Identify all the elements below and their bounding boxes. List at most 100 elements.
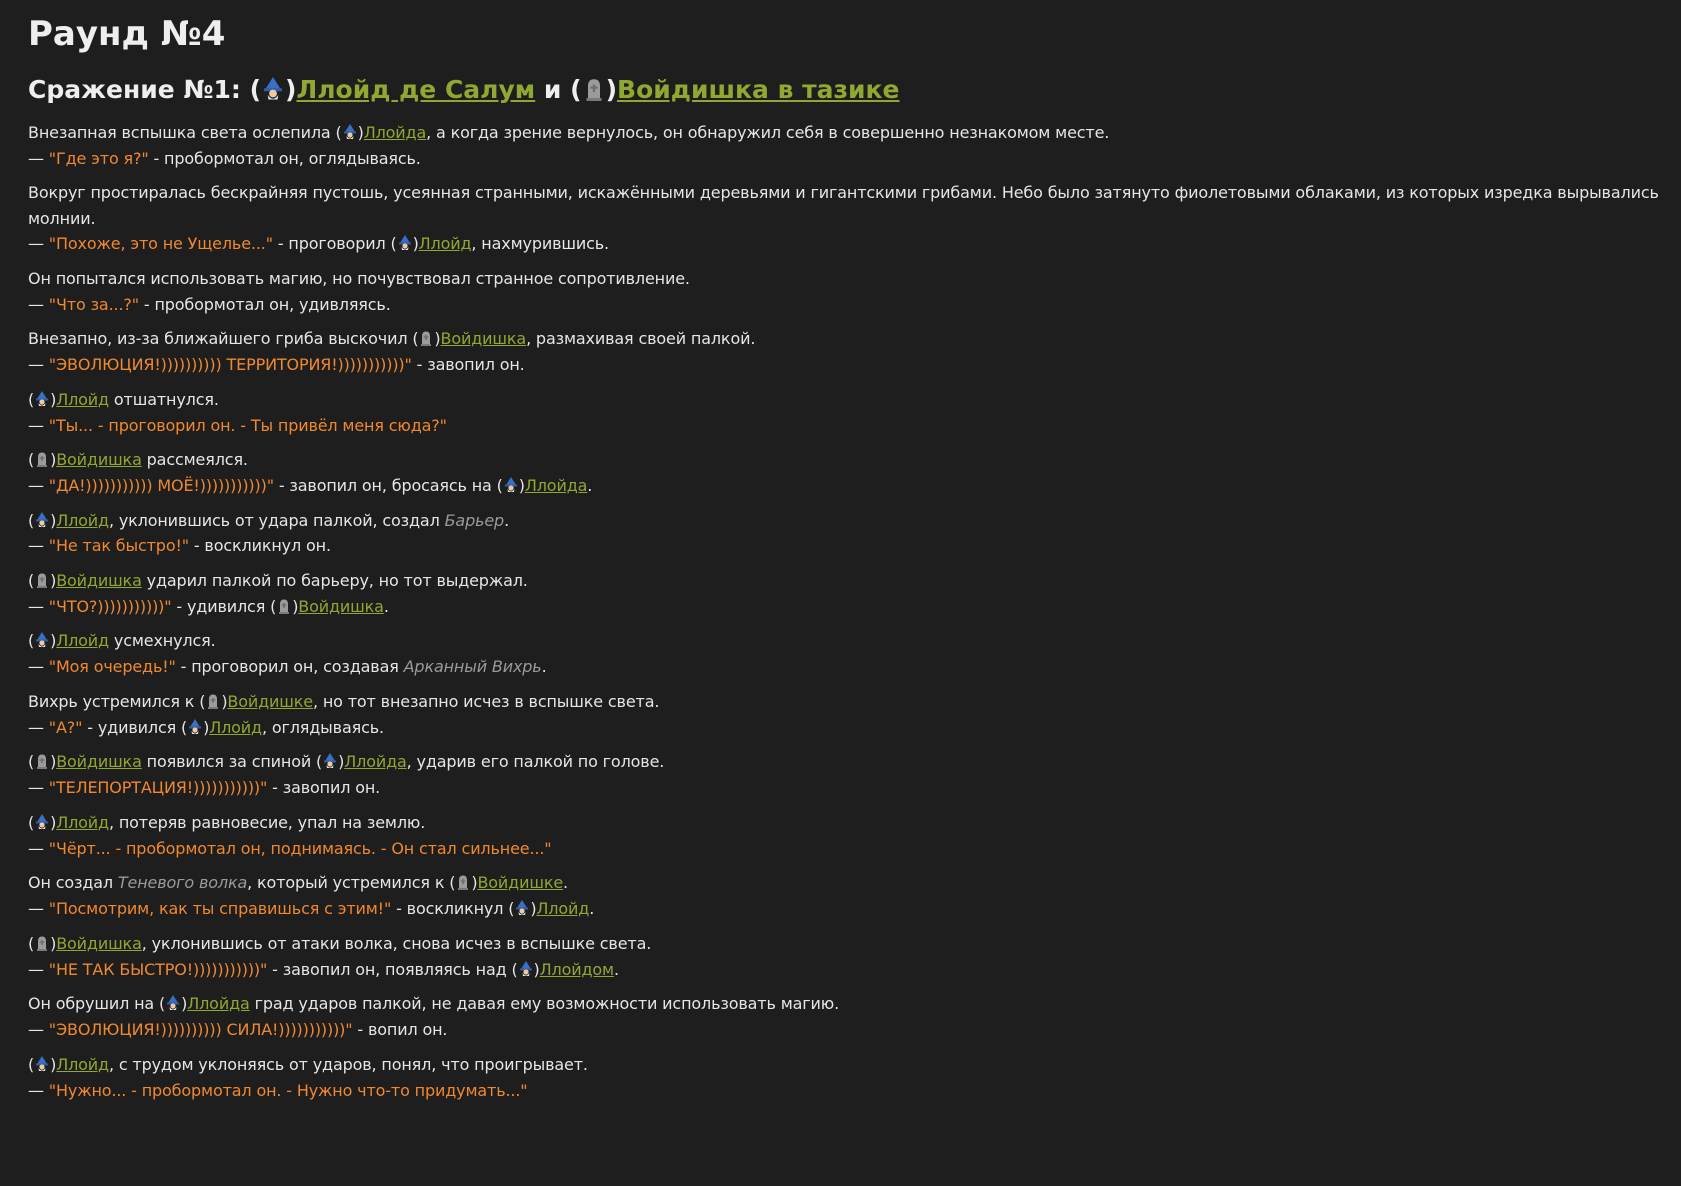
narration-text: Он создал <box>28 873 118 892</box>
speech-quote: "НЕ ТАК БЫСТРО!)))))))))))" <box>48 960 268 979</box>
narration-text: ударил палкой по барьеру, но тот выдержа… <box>141 571 528 590</box>
story-line: — "Похоже, это не Ущелье..." - проговори… <box>28 231 1678 257</box>
character-link[interactable]: Ллойда <box>525 476 588 495</box>
character-link[interactable]: Войдишка <box>298 597 384 616</box>
story-line: ()Ллойд усмехнулся. <box>28 628 1678 654</box>
story-line: Он создал Теневого волка, который устрем… <box>28 870 1678 896</box>
story-line: — "ЭВОЛЮЦИЯ!)))))))))) ТЕРРИТОРИЯ!))))))… <box>28 352 1678 378</box>
speech-quote: "Ты... - проговорил он. - Ты привёл меня… <box>48 416 447 435</box>
wizard-icon <box>35 389 49 406</box>
story-line: ()Ллойд, потеряв равновесие, упал на зем… <box>28 810 1678 836</box>
story-line: — "А?" - удивился ()Ллойд, оглядываясь. <box>28 715 1678 741</box>
story-line: — "ЧТО?)))))))))))" - удивился ()Войдишк… <box>28 594 1678 620</box>
narration-text: Он попытался использовать магию, но почу… <box>28 269 690 288</box>
story-line: — "Не так быстро!" - воскликнул он. <box>28 533 1678 559</box>
speech-quote: "А?" <box>48 718 83 737</box>
speech-quote: "ЧТО?)))))))))))" <box>48 597 172 616</box>
narration-text: . <box>504 511 509 530</box>
wizard-icon <box>166 993 180 1010</box>
spell-name: Арканный Вихрь <box>403 657 542 676</box>
tombstone-icon <box>35 570 49 588</box>
character-link[interactable]: Войдишка <box>56 571 142 590</box>
spell-name: Барьер <box>444 511 505 530</box>
narration-text: Вокруг простиралась бескрайняя пустошь, … <box>28 183 1659 228</box>
fighter1-link[interactable]: Ллойд де Салум <box>296 75 535 104</box>
character-link[interactable]: Ллойда <box>364 123 427 142</box>
tombstone-icon <box>277 596 291 614</box>
character-link[interactable]: Ллойд <box>56 631 109 650</box>
narration-text: , с трудом уклоняясь от ударов, понял, ч… <box>108 1055 588 1074</box>
narration-text: - удивился ( <box>82 718 188 737</box>
character-link[interactable]: Войдишка <box>56 450 142 469</box>
story-line: — "Моя очередь!" - проговорил он, создав… <box>28 654 1678 680</box>
character-link[interactable]: Войдишка <box>441 329 527 348</box>
narration-text: — <box>28 355 49 374</box>
speech-quote: "ЭВОЛЮЦИЯ!)))))))))) ТЕРРИТОРИЯ!))))))))… <box>48 355 412 374</box>
character-link[interactable]: Ллойд <box>56 390 109 409</box>
character-link[interactable]: Войдишка <box>56 752 142 771</box>
narration-text: — <box>28 778 49 797</box>
narration-text: Внезапно, из-за ближайшего гриба выскочи… <box>28 329 419 348</box>
narration-text: - проговорил ( <box>272 234 397 253</box>
narration-text: , потеряв равновесие, упал на землю. <box>108 813 426 832</box>
character-link[interactable]: Ллойд <box>209 718 262 737</box>
tombstone-icon <box>35 449 49 467</box>
narration-text: ( <box>28 813 35 832</box>
battle-paren-close-1: ) <box>285 75 297 104</box>
character-link[interactable]: Ллойда <box>344 752 407 771</box>
character-link[interactable]: Войдишке <box>227 692 313 711</box>
narration-text: — <box>28 718 49 737</box>
character-link[interactable]: Ллойд <box>536 899 589 918</box>
speech-quote: "Похоже, это не Ущелье..." <box>48 234 273 253</box>
spell-name: Теневого волка <box>117 873 248 892</box>
narration-text: — <box>28 597 49 616</box>
narration-text: Он обрушил на ( <box>28 994 166 1013</box>
character-link[interactable]: Войдишке <box>477 873 563 892</box>
fighter2-link[interactable]: Войдишка в тазике <box>617 75 899 104</box>
story-line: Вокруг простиралась бескрайняя пустошь, … <box>28 180 1678 232</box>
narration-text: , уклонившись от удара палкой, создал <box>108 511 445 530</box>
speech-quote: "ДА!))))))))))) МОЁ!)))))))))))" <box>48 476 274 495</box>
character-link[interactable]: Ллойда <box>187 994 250 1013</box>
character-link[interactable]: Войдишка <box>56 934 142 953</box>
tombstone-icon <box>583 75 605 101</box>
tombstone-icon <box>419 328 433 346</box>
narration-text: Вихрь устремился к ( <box>28 692 206 711</box>
story-line: — "Чёрт... - пробормотал он, поднимаясь.… <box>28 836 1678 862</box>
narration-text: . <box>383 597 389 616</box>
narration-text: , оглядываясь. <box>261 718 384 737</box>
speech-quote: "Посмотрим, как ты справишься с этим!" <box>48 899 392 918</box>
story-line: ()Войдишка рассмеялся. <box>28 447 1678 473</box>
speech-quote: "ЭВОЛЮЦИЯ!)))))))))) СИЛА!)))))))))))" <box>48 1020 353 1039</box>
story-line: Вихрь устремился к ()Войдишке, но тот вн… <box>28 689 1678 715</box>
story-line: Он попытался использовать магию, но почу… <box>28 266 1678 292</box>
wizard-icon <box>504 475 518 492</box>
narration-text: - вопил он. <box>352 1020 448 1039</box>
wizard-icon <box>188 717 202 734</box>
wizard-icon <box>343 122 357 139</box>
character-link[interactable]: Ллойд <box>56 813 109 832</box>
tombstone-icon <box>456 872 470 890</box>
narration-text: . <box>563 873 568 892</box>
narration-text: — <box>28 234 49 253</box>
wizard-icon <box>515 898 529 915</box>
narration-text: , но тот внезапно исчез в вспышке света. <box>312 692 660 711</box>
wizard-icon <box>398 233 412 250</box>
narration-text: . <box>587 476 593 495</box>
story-line: Внезапная вспышка света ослепила ()Ллойд… <box>28 120 1678 146</box>
narration-text: , уклонившись от атаки волка, снова исче… <box>141 934 652 953</box>
narration-text: ( <box>28 450 35 469</box>
narration-text: усмехнулся. <box>108 631 216 650</box>
narration-text: отшатнулся. <box>108 390 219 409</box>
character-link[interactable]: Ллойд <box>56 1055 109 1074</box>
narration-text: — <box>28 476 49 495</box>
character-link[interactable]: Ллойдом <box>540 960 614 979</box>
narration-text: - воскликнул ( <box>391 899 515 918</box>
narration-text: , который устремился к ( <box>247 873 456 892</box>
character-link[interactable]: Ллойд <box>56 511 109 530</box>
narration-text: , а когда зрение вернулось, он обнаружил… <box>426 123 1110 142</box>
character-link[interactable]: Ллойд <box>419 234 472 253</box>
wizard-icon <box>35 510 49 527</box>
narration-text: — <box>28 899 49 918</box>
narration-text: - завопил он. <box>411 355 525 374</box>
